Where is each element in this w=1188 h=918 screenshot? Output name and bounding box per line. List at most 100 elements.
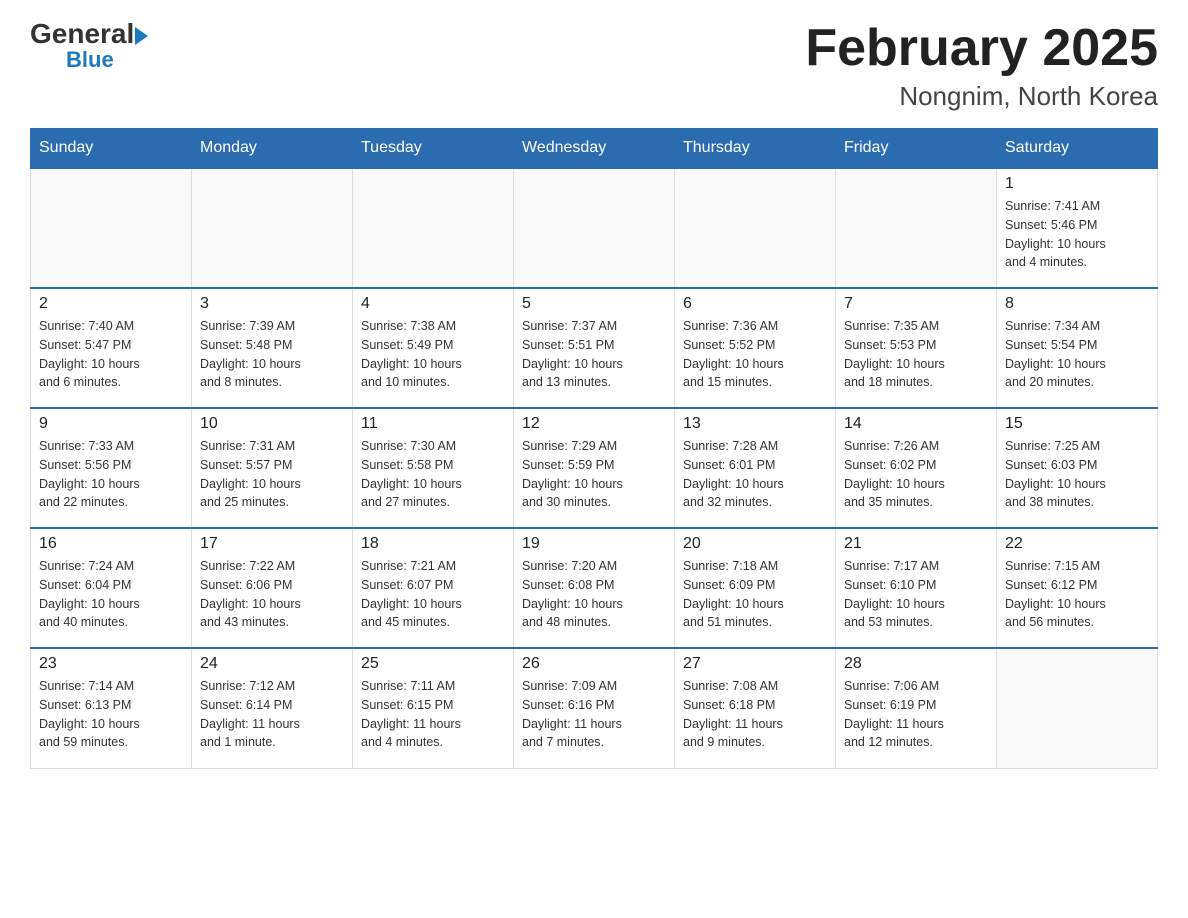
calendar-cell: 3Sunrise: 7:39 AM Sunset: 5:48 PM Daylig… bbox=[192, 288, 353, 408]
weekday-header-sunday: Sunday bbox=[31, 129, 192, 169]
weekday-header-saturday: Saturday bbox=[997, 129, 1158, 169]
calendar-cell: 28Sunrise: 7:06 AM Sunset: 6:19 PM Dayli… bbox=[836, 648, 997, 768]
calendar-cell: 9Sunrise: 7:33 AM Sunset: 5:56 PM Daylig… bbox=[31, 408, 192, 528]
day-info: Sunrise: 7:31 AM Sunset: 5:57 PM Dayligh… bbox=[200, 437, 344, 512]
calendar-cell bbox=[353, 168, 514, 288]
weekday-header-wednesday: Wednesday bbox=[514, 129, 675, 169]
page-header: General Blue February 2025 Nongnim, Nort… bbox=[30, 20, 1158, 112]
calendar-cell bbox=[997, 648, 1158, 768]
calendar-cell: 8 Sunrise: 7:34 AM Sunset: 5:54 PM Daylig… bbox=[997, 288, 1158, 408]
calendar-cell: 6 Sunrise: 7:36 AM Sunset: 5:52 PM Daylig… bbox=[675, 288, 836, 408]
weekday-header-tuesday: Tuesday bbox=[353, 129, 514, 169]
calendar-header: SundayMondayTuesdayWednesdayThursdayFrid… bbox=[31, 129, 1158, 169]
logo: General Blue bbox=[30, 20, 148, 72]
day-number: 6 bbox=[683, 295, 827, 313]
day-info: Sunrise: 7:40 AM Sunset: 5:47 PM Dayligh… bbox=[39, 317, 183, 392]
calendar-week-row: 1 Sunrise: 7:41 AM Sunset: 5:46 PM Daylig… bbox=[31, 168, 1158, 288]
day-info: Sunrise: 7:26 AM Sunset: 6:02 PM Dayligh… bbox=[844, 437, 988, 512]
day-info: Sunrise: 7:36 AM Sunset: 5:52 PM Dayligh… bbox=[683, 317, 827, 392]
day-number: 21 bbox=[844, 535, 988, 553]
day-info: Sunrise: 7:39 AM Sunset: 5:48 PM Dayligh… bbox=[200, 317, 344, 392]
calendar-cell: 7Sunrise: 7:35 AM Sunset: 5:53 PM Daylig… bbox=[836, 288, 997, 408]
day-number: 26 bbox=[522, 655, 666, 673]
day-number: 4 bbox=[361, 295, 505, 313]
day-info: Sunrise: 7:06 AM Sunset: 6:19 PM Dayligh… bbox=[844, 677, 988, 752]
calendar-cell: 26Sunrise: 7:09 AM Sunset: 6:16 PM Dayli… bbox=[514, 648, 675, 768]
day-info: Sunrise: 7:18 AM Sunset: 6:09 PM Dayligh… bbox=[683, 557, 827, 632]
weekday-header-thursday: Thursday bbox=[675, 129, 836, 169]
calendar-cell: 21 Sunrise: 7:17 AM Sunset: 6:10 PM Dayli… bbox=[836, 528, 997, 648]
calendar-cell: 25 Sunrise: 7:11 AM Sunset: 6:15 PM Dayli… bbox=[353, 648, 514, 768]
day-info: Sunrise: 7:14 AM Sunset: 6:13 PM Dayligh… bbox=[39, 677, 183, 752]
month-title: February 2025 bbox=[805, 20, 1158, 77]
day-number: 27 bbox=[683, 655, 827, 673]
day-number: 13 bbox=[683, 415, 827, 433]
title-section: February 2025 Nongnim, North Korea bbox=[805, 20, 1158, 112]
day-info: Sunrise: 7:12 AM Sunset: 6:14 PM Dayligh… bbox=[200, 677, 344, 752]
day-info: Sunrise: 7:20 AM Sunset: 6:08 PM Dayligh… bbox=[522, 557, 666, 632]
calendar-cell: 10 Sunrise: 7:31 AM Sunset: 5:57 PM Dayli… bbox=[192, 408, 353, 528]
calendar-cell: 19 Sunrise: 7:20 AM Sunset: 6:08 PM Dayli… bbox=[514, 528, 675, 648]
day-number: 25 bbox=[361, 655, 505, 673]
logo-blue-text: Blue bbox=[66, 48, 114, 72]
day-number: 19 bbox=[522, 535, 666, 553]
calendar-cell: 16Sunrise: 7:24 AM Sunset: 6:04 PM Dayli… bbox=[31, 528, 192, 648]
day-number: 15 bbox=[1005, 415, 1149, 433]
logo-triangle-icon bbox=[135, 27, 148, 45]
day-info: Sunrise: 7:17 AM Sunset: 6:10 PM Dayligh… bbox=[844, 557, 988, 632]
weekday-header-friday: Friday bbox=[836, 129, 997, 169]
calendar-cell bbox=[514, 168, 675, 288]
weekday-header-monday: Monday bbox=[192, 129, 353, 169]
day-info: Sunrise: 7:38 AM Sunset: 5:49 PM Dayligh… bbox=[361, 317, 505, 392]
calendar-week-row: 23 Sunrise: 7:14 AM Sunset: 6:13 PM Dayli… bbox=[31, 648, 1158, 768]
day-number: 16 bbox=[39, 535, 183, 553]
day-number: 22 bbox=[1005, 535, 1149, 553]
calendar-body: 1 Sunrise: 7:41 AM Sunset: 5:46 PM Daylig… bbox=[31, 168, 1158, 768]
day-info: Sunrise: 7:29 AM Sunset: 5:59 PM Dayligh… bbox=[522, 437, 666, 512]
calendar-cell: 2 Sunrise: 7:40 AM Sunset: 5:47 PM Daylig… bbox=[31, 288, 192, 408]
day-info: Sunrise: 7:15 AM Sunset: 6:12 PM Dayligh… bbox=[1005, 557, 1149, 632]
calendar-cell: 14 Sunrise: 7:26 AM Sunset: 6:02 PM Dayli… bbox=[836, 408, 997, 528]
day-info: Sunrise: 7:41 AM Sunset: 5:46 PM Dayligh… bbox=[1005, 197, 1149, 272]
day-number: 20 bbox=[683, 535, 827, 553]
calendar-cell bbox=[31, 168, 192, 288]
day-info: Sunrise: 7:21 AM Sunset: 6:07 PM Dayligh… bbox=[361, 557, 505, 632]
day-info: Sunrise: 7:25 AM Sunset: 6:03 PM Dayligh… bbox=[1005, 437, 1149, 512]
day-info: Sunrise: 7:22 AM Sunset: 6:06 PM Dayligh… bbox=[200, 557, 344, 632]
day-number: 5 bbox=[522, 295, 666, 313]
calendar-cell: 20 Sunrise: 7:18 AM Sunset: 6:09 PM Dayli… bbox=[675, 528, 836, 648]
day-info: Sunrise: 7:34 AM Sunset: 5:54 PM Dayligh… bbox=[1005, 317, 1149, 392]
day-info: Sunrise: 7:11 AM Sunset: 6:15 PM Dayligh… bbox=[361, 677, 505, 752]
day-info: Sunrise: 7:28 AM Sunset: 6:01 PM Dayligh… bbox=[683, 437, 827, 512]
calendar-cell: 27 Sunrise: 7:08 AM Sunset: 6:18 PM Dayli… bbox=[675, 648, 836, 768]
day-number: 9 bbox=[39, 415, 183, 433]
weekday-header-row: SundayMondayTuesdayWednesdayThursdayFrid… bbox=[31, 129, 1158, 169]
day-number: 7 bbox=[844, 295, 988, 313]
calendar-week-row: 9Sunrise: 7:33 AM Sunset: 5:56 PM Daylig… bbox=[31, 408, 1158, 528]
day-number: 10 bbox=[200, 415, 344, 433]
calendar-week-row: 16Sunrise: 7:24 AM Sunset: 6:04 PM Dayli… bbox=[31, 528, 1158, 648]
calendar-table: SundayMondayTuesdayWednesdayThursdayFrid… bbox=[30, 128, 1158, 769]
day-number: 12 bbox=[522, 415, 666, 433]
day-number: 8 bbox=[1005, 295, 1149, 313]
day-info: Sunrise: 7:08 AM Sunset: 6:18 PM Dayligh… bbox=[683, 677, 827, 752]
calendar-cell: 15 Sunrise: 7:25 AM Sunset: 6:03 PM Dayli… bbox=[997, 408, 1158, 528]
day-number: 18 bbox=[361, 535, 505, 553]
calendar-cell bbox=[192, 168, 353, 288]
day-number: 23 bbox=[39, 655, 183, 673]
location-title: Nongnim, North Korea bbox=[805, 81, 1158, 112]
calendar-cell: 12 Sunrise: 7:29 AM Sunset: 5:59 PM Dayli… bbox=[514, 408, 675, 528]
calendar-cell: 13 Sunrise: 7:28 AM Sunset: 6:01 PM Dayli… bbox=[675, 408, 836, 528]
logo-general-text: General bbox=[30, 20, 148, 48]
day-number: 1 bbox=[1005, 175, 1149, 193]
day-number: 14 bbox=[844, 415, 988, 433]
day-number: 2 bbox=[39, 295, 183, 313]
calendar-week-row: 2 Sunrise: 7:40 AM Sunset: 5:47 PM Daylig… bbox=[31, 288, 1158, 408]
calendar-cell: 11Sunrise: 7:30 AM Sunset: 5:58 PM Dayli… bbox=[353, 408, 514, 528]
day-number: 24 bbox=[200, 655, 344, 673]
calendar-cell: 4 Sunrise: 7:38 AM Sunset: 5:49 PM Daylig… bbox=[353, 288, 514, 408]
calendar-cell: 24 Sunrise: 7:12 AM Sunset: 6:14 PM Dayli… bbox=[192, 648, 353, 768]
calendar-cell: 22 Sunrise: 7:15 AM Sunset: 6:12 PM Dayli… bbox=[997, 528, 1158, 648]
day-number: 17 bbox=[200, 535, 344, 553]
calendar-cell: 18 Sunrise: 7:21 AM Sunset: 6:07 PM Dayli… bbox=[353, 528, 514, 648]
